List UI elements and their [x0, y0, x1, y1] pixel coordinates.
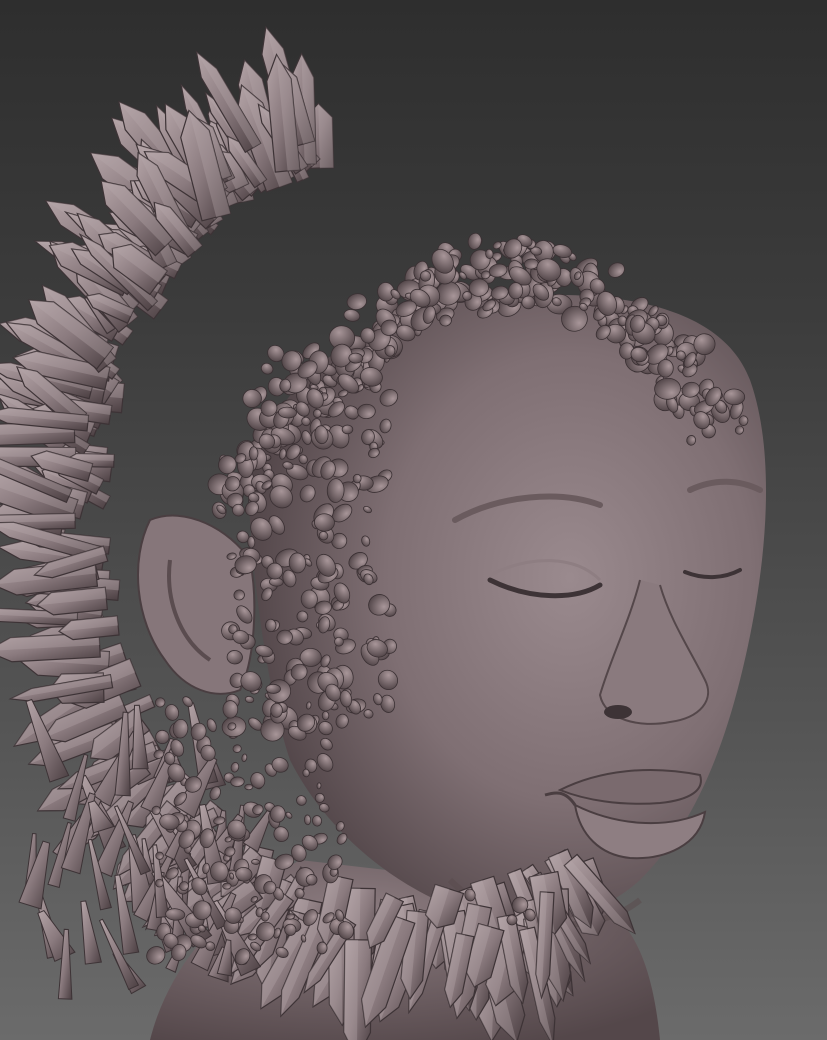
pebble	[467, 232, 482, 250]
nostril	[604, 705, 632, 719]
pebble	[222, 882, 232, 890]
pebble	[311, 815, 322, 827]
pebble	[247, 535, 256, 549]
pebble	[206, 718, 217, 733]
pebble	[352, 473, 362, 484]
ear	[137, 514, 256, 695]
pebble	[348, 352, 364, 364]
pebble	[260, 362, 274, 375]
pebble	[154, 697, 166, 708]
pebble	[346, 293, 367, 311]
pebble	[316, 782, 322, 790]
pebble	[343, 309, 361, 322]
crystal-shard	[80, 900, 103, 965]
pebble	[222, 700, 239, 719]
pebble	[326, 478, 345, 503]
pebble	[266, 562, 284, 580]
pebble	[304, 814, 312, 826]
pebble	[296, 795, 307, 806]
pebble	[241, 753, 248, 763]
pebble	[285, 913, 296, 920]
pebble	[232, 744, 242, 753]
pebble	[312, 408, 322, 418]
crystal-facet	[343, 939, 359, 1040]
pebble	[723, 388, 746, 406]
pebble	[230, 762, 240, 773]
pebble	[164, 704, 180, 721]
crystal-facet	[318, 103, 334, 169]
pebble	[155, 851, 164, 860]
render-viewport	[0, 0, 827, 1040]
pebble	[248, 446, 259, 461]
sculpt-render-image	[0, 25, 767, 1040]
pebble	[251, 859, 261, 865]
pebble	[270, 702, 283, 718]
pebble	[341, 424, 354, 435]
pebble	[314, 792, 325, 803]
pebble	[265, 618, 277, 633]
pebble	[285, 811, 293, 819]
pebble	[230, 776, 245, 787]
pebble	[607, 262, 625, 278]
pebble	[244, 783, 254, 791]
pebble	[265, 683, 281, 694]
pebble	[316, 941, 328, 955]
pebble	[244, 695, 255, 704]
pebble	[321, 710, 330, 721]
pebble	[508, 282, 524, 300]
pebble	[738, 415, 749, 426]
